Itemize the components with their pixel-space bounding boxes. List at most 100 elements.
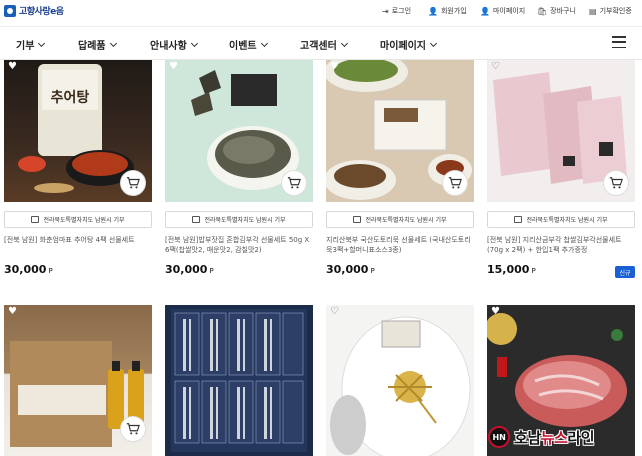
news-logo: HN bbox=[488, 426, 511, 448]
donate-label: 전라북도특별자치도 남원시 기부 bbox=[526, 217, 608, 224]
price-value: 15,000 bbox=[487, 263, 530, 276]
nav-item-donate[interactable]: 기부 bbox=[16, 37, 46, 52]
site-logo[interactable]: 고향사랑e음 bbox=[4, 4, 64, 17]
product-image[interactable]: ♥ bbox=[4, 305, 152, 456]
gift-box-icon bbox=[192, 216, 201, 223]
person-icon: 👤 bbox=[480, 6, 490, 16]
donate-region-button[interactable]: 전라북도특별자치도 남원시 기부 bbox=[165, 211, 313, 228]
heart-icon[interactable]: ♥ bbox=[169, 62, 179, 72]
cart-icon bbox=[609, 177, 623, 189]
donate-label: 전라북도특별자치도 남원시 기부 bbox=[43, 217, 125, 224]
main-nav: 기부 답례품 안내사항 이벤트 고객센터 마이페이지 bbox=[0, 26, 642, 60]
nav-item-event[interactable]: 이벤트 bbox=[229, 37, 268, 52]
signup-link[interactable]: 👤 회원가입 bbox=[428, 6, 467, 16]
nav-item-mypage[interactable]: 마이페이지 bbox=[380, 37, 438, 52]
product-image[interactable]: ♡ bbox=[487, 60, 635, 202]
product-price: 30,000 P bbox=[4, 263, 53, 276]
login-icon: ⇥ bbox=[382, 6, 389, 16]
product-card[interactable]: ♥ bbox=[4, 305, 152, 456]
add-to-cart-button[interactable] bbox=[603, 170, 629, 196]
product-card[interactable] bbox=[165, 305, 313, 456]
news-watermark: HN 호남뉴스라인 bbox=[488, 426, 594, 448]
donate-region-button[interactable]: 전라북도특별자치도 남원시 기부 bbox=[4, 211, 152, 228]
chevron-down-icon bbox=[109, 39, 117, 47]
chevron-down-icon bbox=[429, 39, 438, 47]
price-unit: P bbox=[48, 267, 53, 275]
chevron-down-icon bbox=[260, 39, 268, 47]
add-to-cart-button[interactable] bbox=[120, 170, 146, 196]
login-link[interactable]: ⇥ 로그인 bbox=[382, 6, 411, 16]
svg-text:추어탕: 추어탕 bbox=[51, 89, 90, 106]
person-add-icon: 👤 bbox=[428, 6, 438, 16]
product-card[interactable]: 추어탕 ♥ 전라북도특별자치도 남원시 기부 [전북 남원] 화춘엄마표 추어탕… bbox=[4, 60, 152, 276]
mypage-link[interactable]: 👤 마이페이지 bbox=[480, 6, 525, 16]
add-to-cart-button[interactable] bbox=[281, 170, 307, 196]
nav-label: 기부 bbox=[16, 41, 35, 52]
donate-region-button[interactable]: 전라북도특별자치도 남원시 기부 bbox=[326, 211, 474, 228]
product-price: 30,000 P bbox=[165, 263, 214, 276]
product-photo-cutlery-set bbox=[171, 309, 307, 452]
donate-label: 전라북도특별자치도 남원시 기부 bbox=[365, 217, 447, 224]
price-value: 30,000 bbox=[165, 263, 208, 276]
menu-icon[interactable] bbox=[612, 36, 626, 48]
chevron-down-icon bbox=[190, 39, 198, 47]
heart-icon[interactable]: ♡ bbox=[491, 62, 501, 72]
nav-label: 마이페이지 bbox=[380, 41, 426, 52]
heart-icon[interactable]: ♡ bbox=[330, 307, 340, 317]
price-unit: P bbox=[209, 267, 214, 275]
product-image[interactable] bbox=[165, 305, 313, 456]
new-badge: 신규 bbox=[615, 266, 635, 278]
heart-icon[interactable]: ♥ bbox=[491, 307, 501, 317]
product-card[interactable]: ♡ 전라북도특별자치도 남원시 기부 [전북 남원] 지리산금부각 찹쌀김부각선… bbox=[487, 60, 635, 278]
price-unit: P bbox=[370, 267, 375, 275]
news-name-part2: 뉴스 bbox=[540, 428, 568, 447]
product-name[interactable]: [전북 남원]밥부잣집 혼합김부각 선물세트 50g X 6팩(찹쌀맛2, 매운… bbox=[165, 235, 313, 255]
cart-icon bbox=[126, 423, 140, 435]
gift-box-icon bbox=[31, 216, 40, 223]
price-value: 30,000 bbox=[326, 263, 369, 276]
logo-mark-icon bbox=[4, 4, 16, 17]
nav-item-gifts[interactable]: 답례품 bbox=[78, 37, 117, 52]
chevron-down-icon bbox=[340, 39, 348, 47]
product-image[interactable]: ♥ bbox=[326, 60, 474, 202]
donate-region-button[interactable]: 전라북도특별자치도 남원시 기부 bbox=[487, 211, 635, 228]
product-image[interactable]: ♥ bbox=[165, 60, 313, 202]
product-name[interactable]: 지리산북부 국산도토리묵 선물세트 (국내산도토리묵3팩+할머니표소스3종) bbox=[326, 235, 474, 255]
nav-label: 이벤트 bbox=[229, 41, 257, 52]
chevron-down-icon bbox=[38, 39, 46, 47]
price-unit: P bbox=[531, 267, 536, 275]
heart-icon[interactable]: ♥ bbox=[8, 307, 18, 317]
product-image[interactable]: ♡ bbox=[326, 305, 474, 456]
nav-label: 안내사항 bbox=[150, 41, 187, 52]
heart-icon[interactable]: ♥ bbox=[8, 62, 18, 72]
news-name-part3: 라인 bbox=[567, 428, 594, 447]
receipt-link[interactable]: ▤ 기부확인증 bbox=[589, 6, 632, 16]
product-price: 30,000 P bbox=[326, 263, 375, 276]
price-value: 30,000 bbox=[4, 263, 47, 276]
logo-text: 고향사랑e음 bbox=[19, 7, 64, 17]
product-name[interactable]: [전북 남원] 지리산금부각 찹쌀김부각선물세트 (70g x 2팩) + 한입… bbox=[487, 235, 635, 255]
product-card[interactable]: ♡ bbox=[326, 305, 474, 456]
cart-link[interactable]: 🛍 장바구니 bbox=[537, 6, 576, 16]
document-icon: ▤ bbox=[589, 6, 597, 16]
nav-item-info[interactable]: 안내사항 bbox=[150, 37, 198, 52]
signup-label: 회원가입 bbox=[440, 7, 467, 15]
nav-label: 고객센터 bbox=[300, 41, 337, 52]
product-name[interactable]: [전북 남원] 화춘엄마표 추어탕 4팩 선물세트 bbox=[4, 235, 152, 245]
news-name-part1: 호남 bbox=[514, 428, 541, 447]
gift-box-icon bbox=[353, 216, 362, 223]
donate-label: 전라북도특별자치도 남원시 기부 bbox=[204, 217, 286, 224]
nav-label: 답례품 bbox=[78, 41, 106, 52]
add-to-cart-button[interactable] bbox=[120, 416, 146, 442]
product-image[interactable]: 추어탕 ♥ bbox=[4, 60, 152, 202]
cart-icon: 🛍 bbox=[537, 6, 548, 16]
gift-box-icon bbox=[514, 216, 523, 223]
mypage-label: 마이페이지 bbox=[492, 7, 526, 15]
product-card[interactable]: ♥ 전라북도특별자치도 남원시 기부 지리산북부 국산도토리묵 선물세트 (국내… bbox=[326, 60, 474, 276]
nav-item-support[interactable]: 고객센터 bbox=[300, 37, 348, 52]
receipt-label: 기부확인증 bbox=[599, 7, 632, 15]
add-to-cart-button[interactable] bbox=[442, 170, 468, 196]
heart-icon[interactable]: ♥ bbox=[330, 62, 340, 72]
product-card[interactable]: ♥ 전라북도특별자치도 남원시 기부 [전북 남원]밥부잣집 혼합김부각 선물세… bbox=[165, 60, 313, 276]
cart-icon bbox=[126, 177, 140, 189]
